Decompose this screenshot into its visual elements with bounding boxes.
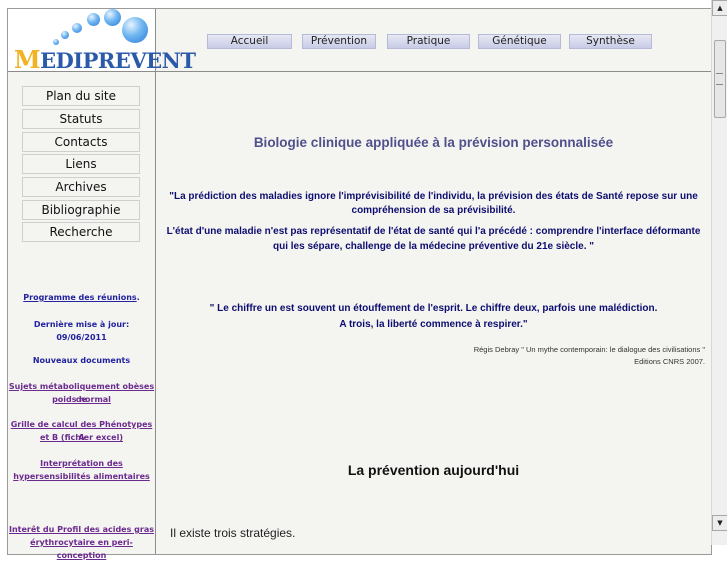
logo-bubble-icon [61,31,69,39]
programme-reunions: Programme des réunions. [8,291,155,304]
quote-line: A trois, la liberté commence à respirer.… [339,319,528,330]
sidebar-item-archives[interactable]: Archives [22,177,140,197]
new-documents-heading: Nouveaux documents [32,356,131,365]
quote-line: " Le chiffre un est souvent un étouffeme… [209,303,658,314]
logo-bubble-icon [104,9,121,26]
nav-genetique[interactable]: Génétique [478,34,561,49]
doc-link-hypersensibilites[interactable]: Interprétation des [8,457,155,470]
quote-attribution-publisher: Editions CNRS 2007. [634,357,705,366]
sidebar-item-liens[interactable]: Liens [22,154,140,174]
nav-synthese[interactable]: Synthèse [569,34,652,49]
quote-line: L'état d'une maladie n'est pas représent… [166,226,701,237]
logo[interactable]: MEDIPREVENT [8,9,196,74]
scroll-thumb[interactable] [714,40,726,118]
sidebar-item-contacts[interactable]: Contacts [22,132,140,152]
page-title: Biologie clinique appliquée à la prévisi… [253,135,614,150]
sidebar-item-plan-du-site[interactable]: Plan du site [22,86,140,106]
doc-link-hypersensibilites-line2[interactable]: hypersensibilités alimentaires [8,470,155,483]
logo-bubble-icon [87,13,100,26]
main-content: Biologie clinique appliquée à la prévisi… [156,72,711,554]
section-heading: La prévention aujourd'hui [347,462,520,478]
quote-line: qui les sépare, challenge de la médecine… [272,241,594,252]
logo-bubble-icon [72,23,82,33]
scroll-down-arrow-icon[interactable]: ▼ [712,515,727,531]
scroll-up-arrow-icon[interactable]: ▲ [712,0,727,16]
last-update-label: Dernière mise à jour: [33,320,130,329]
doc-link-obeses-line2[interactable]: poids normal [8,393,155,406]
nav-accueil[interactable]: Accueil [207,34,292,49]
sidebar-item-bibliographie[interactable]: Bibliographie [22,200,140,220]
top-navigation: Accueil Prévention Pratique Génétique Sy… [156,9,711,72]
programme-reunions-link[interactable]: Programme des réunions [23,293,136,302]
sidebar-item-statuts[interactable]: Statuts [22,109,140,129]
doc-link-acides-gras-line2[interactable]: érythrocytaire en peri-conception [8,536,155,562]
quote-attribution: Régis Debray " Un mythe contemporain: le… [473,345,705,354]
programme-suffix: . [136,293,140,302]
nav-pratique[interactable]: Pratique [387,34,470,49]
doc-link-acides-gras[interactable]: Interêt du Profil des acides gras [8,523,155,536]
grip-icon [716,73,723,85]
vertical-scrollbar[interactable]: ▲ ▼ [711,0,727,545]
logo-bubble-icon [122,17,148,43]
body-paragraph: Il existe trois stratégies. [170,526,296,540]
last-update-date: 09/06/2011 [56,333,107,342]
sidebar: Plan du site Statuts Contacts Liens Arch… [8,72,156,560]
quote-line: compréhension de sa prévisibilité. [351,205,516,216]
page-frame: MEDIPREVENT Accueil Prévention Pratique … [7,8,712,560]
nav-prevention[interactable]: Prévention [302,34,376,49]
doc-link-phenotypes-line2[interactable]: et B (fichier excel) [8,431,155,444]
sidebar-item-recherche[interactable]: Recherche [22,222,140,242]
